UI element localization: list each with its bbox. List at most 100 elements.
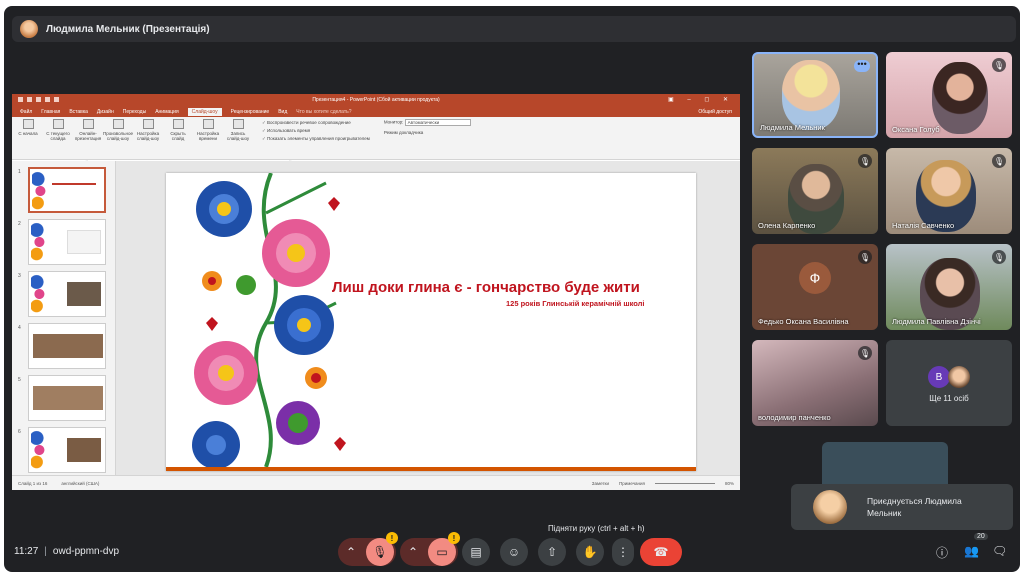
ppt-ribbon: С начала С текущего слайда Онлайн-презен… [12,117,740,160]
meeting-code: owd-ppmn-dvp [52,546,120,557]
participant-initial-avatar: B [928,366,950,388]
ppt-ribbon-tabs: Файл Главная Вставка Дизайн Переходы Ани… [12,106,740,117]
current-slide: Лиш доки глина є - гончарство буде жити … [166,173,696,471]
participant-name: Наталія Савченко [892,221,955,230]
presenter-title: Людмила Мельник (Презентація) [46,23,210,35]
present-icon: ⇧ [546,545,558,559]
info-icon[interactable]: ⓘ [936,544,948,561]
meeting-info: 11:27 | owd-ppmn-dvp [14,546,120,557]
more-participants-label: Ще 11 осіб [929,394,969,403]
language-status: английский (США) [61,480,100,486]
tab-transitions: Переходы [122,108,147,115]
slide-canvas: Лиш доки глина є - гончарство буде жити … [116,161,740,475]
tab-file: Файл [20,108,33,115]
leave-call-button[interactable]: ☎ [640,538,682,566]
setup-checks: Воспроизвести речевое сопровождение Испо… [262,119,370,157]
tell-me-box: Что вы хотите сделать? [296,108,352,115]
slide-thumb [28,219,106,265]
tab-design: Дизайн [96,108,114,115]
slide-thumb [28,167,106,213]
participant-tile[interactable]: 🎙 володимир панченко [752,340,878,426]
check-narration: Воспроизвести речевое сопровождение [262,120,370,126]
slide-thumbnails: 1 2 3 4 5 6 [12,161,116,475]
chat-icon[interactable]: 🗨 [992,544,1007,558]
check-timings: Использовать время [262,128,370,134]
monitor-settings: Монитор: Автоматически Режим докладчика [384,119,471,157]
mic-off-icon: 🎙 [858,154,872,168]
camera-off-icon: ▭ [436,545,448,559]
slide-thumb [28,323,106,369]
mic-off-icon: 🎙 [992,250,1006,264]
presenter-bar: Людмила Мельник (Презентація) [12,16,1016,42]
ppt-statusbar: Слайд 1 из 16 английский (США) Заметки П… [12,475,740,490]
mic-toggle-button[interactable]: 🎙 ! [366,532,398,566]
more-vert-icon: ⋮ [617,545,629,559]
clock: 11:27 [14,546,39,557]
hide-slide-button: Скрыть слайд [166,119,190,157]
participant-tile[interactable]: 🎙 Людмила Павлівна Дзінчі [886,244,1012,330]
people-count-badge: 20 [974,533,988,540]
from-current-button: С текущего слайда [46,119,70,157]
from-beginning-button: С начала [16,119,40,157]
monitor-label: Монитор: [383,119,404,125]
ppt-titlebar: Презентация4 - PowerPoint (Сбой активаци… [12,94,740,106]
meet-window: Людмила Мельник (Презентація) Презентаци… [4,6,1020,572]
slide-thumb [28,427,106,473]
zoom-level: 80% [724,480,734,486]
slide-thumb [28,375,106,421]
participant-name: Людмила Мельник [760,123,825,132]
reactions-button[interactable]: ☺ [500,538,528,566]
camera-toggle-button[interactable]: ▭ ! [428,532,460,566]
more-options-button[interactable]: ⋮ [612,538,634,566]
people-icon[interactable]: 👥 [964,544,979,558]
participant-name: Олена Карпенко [758,221,816,230]
participant-tile[interactable]: 🎙 Оксана Голуб [886,52,1012,138]
zoom-slider [654,482,715,484]
check-media-controls: Показать элементы управления проигрывате… [262,136,370,142]
record-show-button: Запись слайд-шоу [226,119,250,157]
window-controls: ▣ – ◻ ✕ [667,97,734,103]
control-bar: 11:27 | owd-ppmn-dvp ⌃ 🎙 ! ⌃ ▭ ! ▤ ☺ ⇧ ✋ ⋮… [4,532,1020,572]
more-participants-tile[interactable]: B Ще 11 осіб [886,340,1012,426]
present-button[interactable]: ⇧ [538,538,566,566]
presenter-view-check: Режим докладчика [383,130,424,135]
mic-off-icon: 🎙 [858,346,872,360]
presenter-avatar [20,20,38,38]
more-options-icon[interactable]: ••• [854,60,870,72]
chevron-up-icon[interactable]: ⌃ [408,545,418,559]
comments-button: Примечания [619,480,645,486]
tab-insert: Вставка [69,108,88,115]
warning-icon: ! [448,532,460,544]
warning-icon: ! [386,532,398,544]
shared-screen: Презентация4 - PowerPoint (Сбой активаци… [12,94,740,490]
slide-counter: Слайд 1 из 16 [18,480,48,486]
slide-title: Лиш доки глина є - гончарство буде жити [332,279,640,296]
raise-hand-tooltip: Підняти руку (ctrl + alt + h) [544,522,649,535]
mic-off-icon: 🎙 [992,154,1006,168]
mic-off-icon: 🎙 [992,58,1006,72]
captions-icon: ▤ [470,545,482,559]
mic-off-icon: 🎙 [858,250,872,264]
slide-thumb [28,271,106,317]
captions-button[interactable]: ▤ [462,538,490,566]
custom-show-button: Произвольное слайд-шоу [103,119,133,157]
slide-subtitle: 125 років Глинській керамічній школі [506,299,645,308]
ppt-window-title: Презентация4 - PowerPoint (Сбой активаци… [312,97,440,103]
tab-home: Главная [41,108,61,115]
participant-name: володимир панченко [758,413,831,422]
chevron-up-icon[interactable]: ⌃ [346,545,356,559]
slide-bottom-bar [166,467,696,471]
hang-up-icon: ☎ [653,545,669,559]
participant-tile[interactable]: 🎙 Наталія Савченко [886,148,1012,234]
raise-hand-button[interactable]: ✋ [576,538,604,566]
participant-tile[interactable] [822,442,948,484]
mic-off-icon: 🎙 [372,545,388,559]
tab-animations: Анимация [155,108,179,115]
setup-show-button: Настройка слайд-шоу [136,119,160,157]
participant-tile[interactable]: Ф 🎙 Федько Оксана Василівна [752,244,878,330]
participant-tile[interactable]: ••• Людмила Мельник [752,52,878,138]
monitor-select: Автоматически [404,119,471,126]
participant-tile[interactable]: 🎙 Олена Карпенко [752,148,878,234]
tab-slideshow: Слайд-шоу [187,107,222,116]
participant-initial-avatar: Ф [799,262,831,295]
